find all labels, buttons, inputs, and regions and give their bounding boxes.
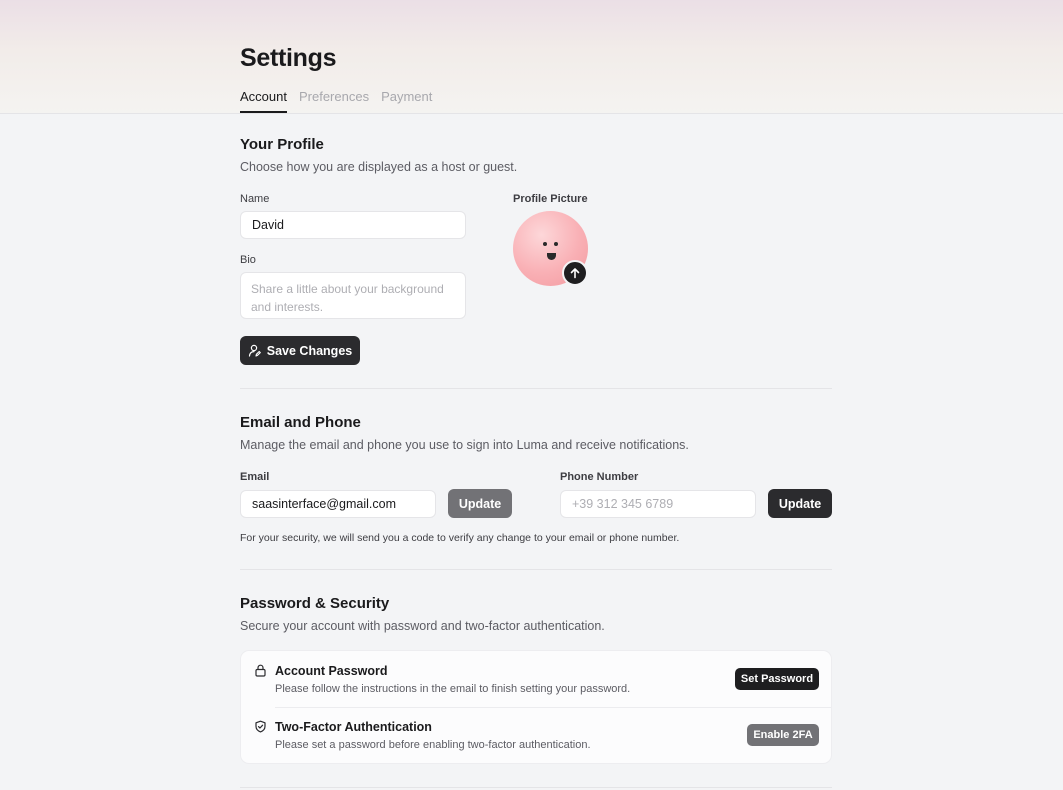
account-password-description: Please follow the instructions in the em…: [275, 683, 631, 695]
save-changes-button[interactable]: Save Changes: [240, 336, 360, 365]
enable-2fa-button[interactable]: Enable 2FA: [747, 724, 819, 746]
account-password-title: Account Password: [275, 664, 388, 678]
phone-update-button[interactable]: Update: [768, 489, 832, 518]
security-card: Account Password Please follow the instr…: [240, 650, 832, 764]
header-background: [0, 0, 1063, 114]
phone-input[interactable]: +39 312 345 6789: [560, 490, 756, 518]
tab-payment[interactable]: Payment: [381, 89, 432, 113]
bio-textarea[interactable]: Share a little about your background and…: [240, 272, 466, 319]
two-factor-row: Two-Factor Authentication Please set a p…: [241, 707, 831, 763]
phone-label: Phone Number: [560, 471, 639, 483]
email-input[interactable]: saasinterface@gmail.com: [240, 490, 436, 518]
arrow-up-icon: [570, 268, 580, 279]
bio-label: Bio: [240, 254, 256, 266]
avatar-eye-right: [554, 242, 558, 246]
user-edit-icon: [248, 344, 261, 357]
lock-icon: [255, 664, 266, 677]
page-title: Settings: [240, 44, 337, 72]
security-section-title: Password & Security: [240, 595, 390, 612]
profile-picture-label: Profile Picture: [513, 193, 588, 205]
save-changes-label: Save Changes: [266, 343, 353, 358]
settings-tabs: Account Preferences Payment: [240, 89, 432, 113]
tab-account[interactable]: Account: [240, 89, 287, 113]
two-factor-description: Please set a password before enabling tw…: [275, 739, 591, 751]
tab-preferences[interactable]: Preferences: [299, 89, 369, 113]
section-divider: [240, 388, 832, 389]
shield-check-icon: [255, 720, 266, 733]
avatar-eye-left: [543, 242, 547, 246]
avatar-mouth: [547, 253, 556, 260]
verification-note: For your security, we will send you a co…: [240, 532, 680, 544]
security-section-subtitle: Secure your account with password and tw…: [240, 619, 605, 633]
email-update-button[interactable]: Update: [448, 489, 512, 518]
two-factor-title: Two-Factor Authentication: [275, 720, 432, 734]
upload-picture-button[interactable]: [562, 260, 588, 286]
name-input[interactable]: David: [240, 211, 466, 239]
email-phone-section-title: Email and Phone: [240, 414, 361, 431]
email-phone-section-subtitle: Manage the email and phone you use to si…: [240, 438, 689, 452]
set-password-button[interactable]: Set Password: [735, 668, 819, 690]
profile-section-title: Your Profile: [240, 136, 324, 153]
email-label: Email: [240, 471, 270, 483]
name-label: Name: [240, 193, 270, 205]
account-password-row: Account Password Please follow the instr…: [241, 651, 831, 708]
profile-section-subtitle: Choose how you are displayed as a host o…: [240, 160, 518, 174]
section-divider: [240, 787, 832, 788]
section-divider: [240, 569, 832, 570]
